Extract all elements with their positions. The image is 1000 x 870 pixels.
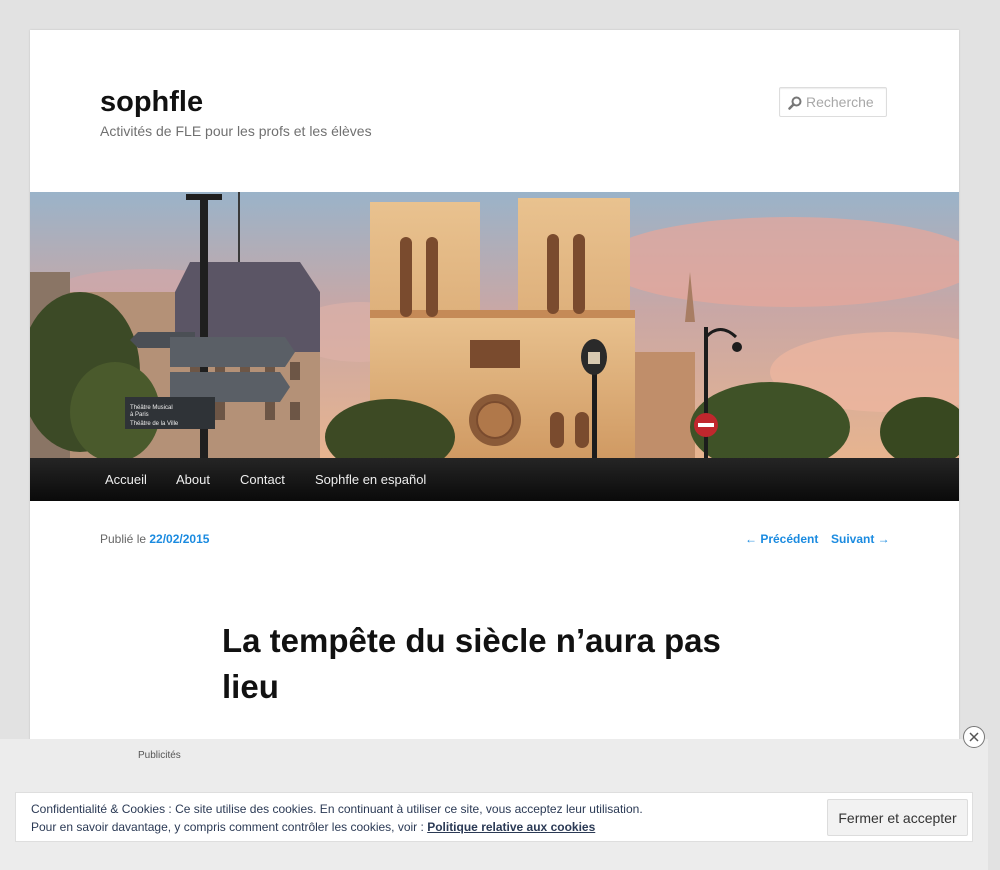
post-title: La tempête du siècle n’aura pas lieu [222, 622, 721, 705]
published-label: Publié le [100, 532, 147, 546]
sign-text-1: Théâtre Musical [130, 405, 173, 411]
nav-item-contact[interactable]: Contact [240, 472, 285, 487]
post-date-link[interactable]: 22/02/2015 [149, 532, 209, 546]
post-meta: Publié le 22/02/2015 [100, 532, 209, 546]
cookie-line-2-prefix: Pour en savoir davantage, y compris comm… [31, 820, 424, 834]
close-icon [969, 732, 979, 742]
sign-text-3: Théâtre de la Ville [130, 421, 179, 427]
nav-item-accueil[interactable]: Accueil [105, 472, 147, 487]
next-post-link[interactable]: Suivant → [831, 532, 890, 546]
main-navigation: Accueil About Contact Sophfle en español [30, 458, 959, 501]
accept-cookies-button[interactable]: Fermer et accepter [827, 799, 968, 836]
header-banner-image: Théâtre Musical à Paris Théâtre de la Vi… [30, 192, 959, 458]
cookie-line-2: Pour en savoir davantage, y compris comm… [31, 818, 643, 836]
site-title[interactable]: sophfle [100, 86, 203, 119]
search-input[interactable] [806, 93, 884, 111]
nav-item-sophfle-espanol[interactable]: Sophfle en español [315, 472, 426, 487]
sign-text-2: à Paris [130, 412, 149, 418]
close-ads-button[interactable] [963, 726, 985, 748]
cookie-line-1: Confidentialité & Cookies : Ce site util… [31, 802, 643, 816]
search-icon [788, 96, 802, 110]
previous-post-link[interactable]: ← Précédent [745, 532, 818, 546]
cookie-text: Confidentialité & Cookies : Ce site util… [31, 800, 643, 836]
cookie-policy-link[interactable]: Politique relative aux cookies [427, 820, 595, 834]
search-box[interactable] [779, 87, 887, 117]
cookie-banner: Confidentialité & Cookies : Ce site util… [15, 792, 973, 842]
site-tagline: Activités de FLE pour les profs et les é… [100, 123, 372, 139]
ads-label: Publicités [138, 750, 181, 761]
nav-item-about[interactable]: About [176, 472, 210, 487]
